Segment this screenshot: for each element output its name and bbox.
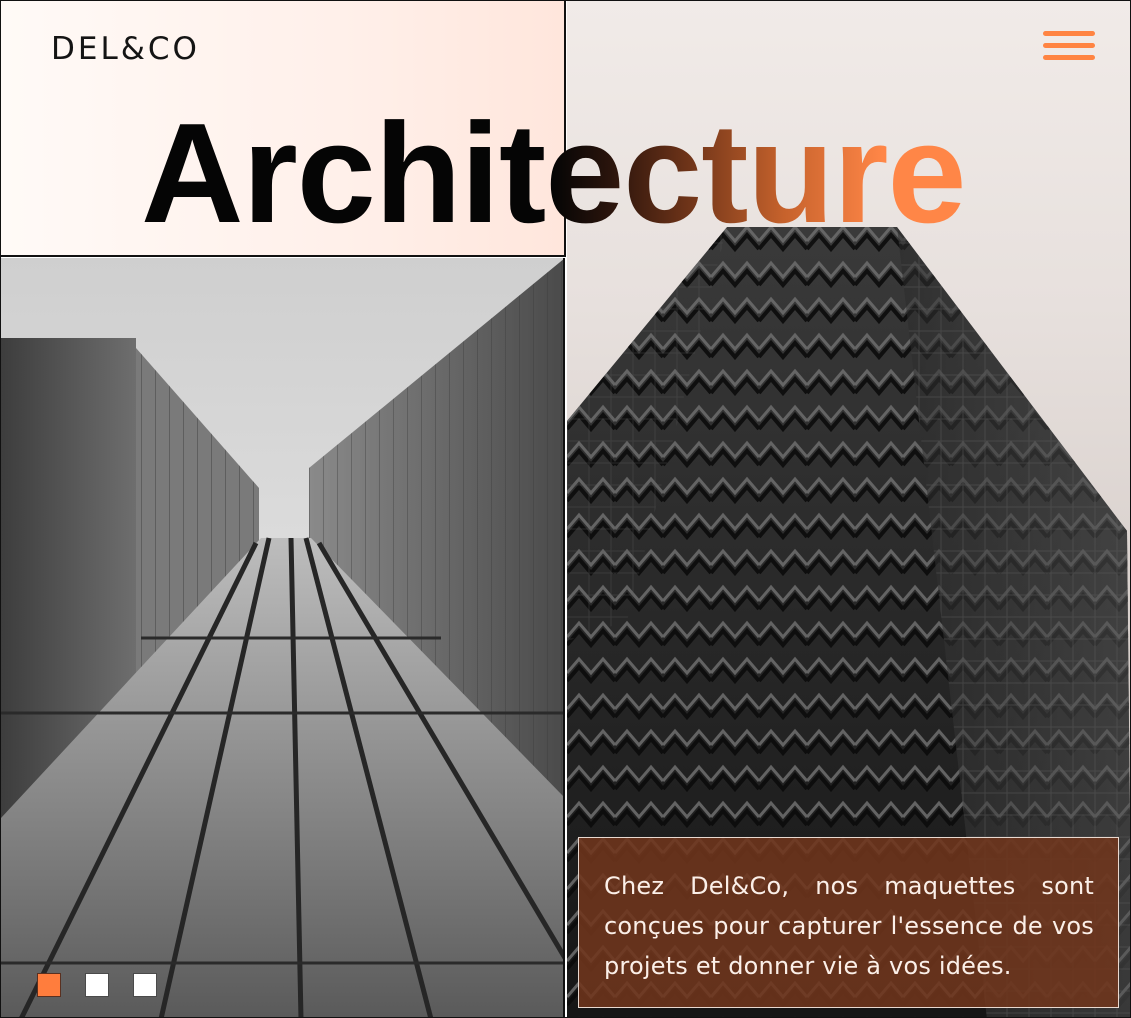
hamburger-bar (1043, 55, 1095, 60)
page: DEL&CO Architecture Chez Del&Co, nos maq… (0, 0, 1131, 1018)
slider-dot-1[interactable] (37, 973, 61, 997)
hamburger-bar (1043, 31, 1095, 36)
hamburger-bar (1043, 43, 1095, 48)
description-text: Chez Del&Co, nos maquettes sont conçues … (604, 872, 1094, 980)
brand-logo[interactable]: DEL&CO (51, 31, 200, 67)
hero-title: Architecture (141, 94, 966, 253)
glass-facade-graphic (1, 258, 563, 1017)
slider-dot-3[interactable] (133, 973, 157, 997)
slider-dot-2[interactable] (85, 973, 109, 997)
description-card: Chez Del&Co, nos maquettes sont conçues … (578, 837, 1119, 1008)
glass-facade-photo (1, 258, 565, 1017)
hamburger-menu-icon[interactable] (1043, 31, 1095, 65)
